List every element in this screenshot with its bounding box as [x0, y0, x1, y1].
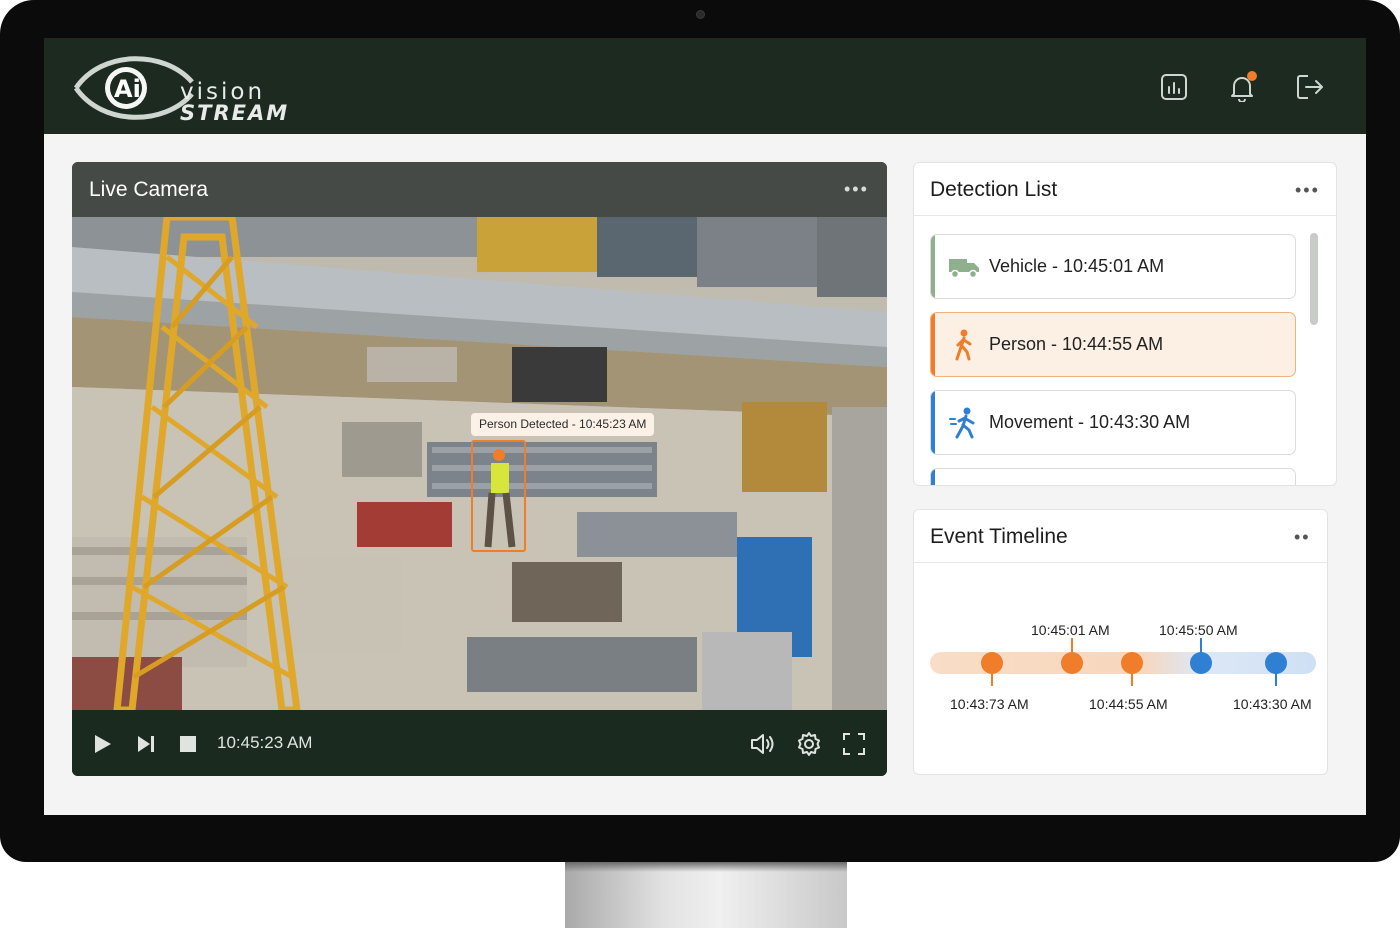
camera-title-bar: Live Camera ••• [72, 162, 887, 217]
stop-icon[interactable] [173, 729, 203, 759]
playback-time: 10:45:23 AM [217, 733, 313, 752]
detection-item-accent [931, 235, 935, 298]
detection-item-accent [931, 313, 935, 376]
detection-item-partial[interactable] [930, 468, 1296, 485]
camera-feed[interactable]: Person Detected - 10:45:23 AM [72, 217, 887, 710]
notification-dot [1247, 71, 1257, 81]
settings-gear-icon[interactable] [794, 729, 824, 759]
detection-list-header: Detection List ••• [914, 163, 1336, 216]
logo-text-stream: STREAM [180, 101, 290, 125]
timeline-label-bottom: 10:43:73 AM [950, 696, 1029, 712]
monitor-stand-shadow [565, 862, 847, 872]
player-controls: 10:45:23 AM [72, 710, 887, 776]
detection-item-label: Vehicle - 10:45:01 AM [989, 256, 1165, 276]
person-running-icon [947, 406, 981, 440]
timeline-event-marker [1061, 652, 1083, 674]
play-icon[interactable] [87, 729, 117, 759]
volume-icon[interactable] [748, 729, 778, 759]
bar-chart-icon[interactable] [1157, 70, 1191, 104]
person-walking-icon [947, 328, 981, 362]
svg-text:Ai: Ai [114, 75, 141, 103]
logout-icon[interactable] [1293, 70, 1327, 104]
camera-menu-button[interactable]: ••• [844, 180, 869, 198]
detection-item-label: Person - 10:44:55 AM [989, 334, 1164, 354]
truck-icon [947, 250, 981, 284]
detection-item-accent [931, 469, 935, 485]
bell-icon[interactable] [1225, 70, 1259, 104]
fullscreen-icon[interactable] [839, 729, 869, 759]
timeline-label-top: 10:45:50 AM [1159, 622, 1238, 638]
camera-title: Live Camera [89, 178, 209, 201]
app-header: Ai vision STREAM [44, 38, 1366, 134]
live-camera-card: Live Camera ••• Person Detected - 10:45:… [72, 162, 887, 776]
timeline-event-marker [1121, 652, 1143, 674]
timeline-event-marker [1190, 652, 1212, 674]
event-timeline-title: Event Timeline [930, 525, 1068, 548]
timeline-label-bottom: 10:43:30 AM [1233, 696, 1312, 712]
detection-list-scrollbar[interactable] [1310, 233, 1318, 325]
detection-item-vehicle[interactable]: Vehicle - 10:45:01 AM [930, 234, 1296, 299]
vision-stream-logo[interactable]: Ai vision STREAM [72, 52, 287, 125]
timeline-event-marker [1265, 652, 1287, 674]
detection-item-movement[interactable]: Movement - 10:43:30 AM [930, 390, 1296, 455]
detection-item-accent [931, 391, 935, 454]
event-timeline-menu-button[interactable]: •• [1294, 528, 1311, 546]
person-detection-box[interactable] [471, 440, 526, 552]
detection-item-person[interactable]: Person - 10:44:55 AM [930, 312, 1296, 377]
timeline-label-bottom: 10:44:55 AM [1089, 696, 1168, 712]
app-screen: Ai vision STREAM Live Camera ••• Person … [44, 38, 1366, 815]
webcam-dot [696, 10, 705, 19]
detection-list-panel: Detection List ••• Vehicle - 10:45:01 AM… [913, 162, 1337, 486]
event-timeline-header: Event Timeline •• [914, 510, 1327, 563]
detection-list-title: Detection List [930, 178, 1058, 201]
timeline-track [930, 638, 1316, 686]
timeline-label-top: 10:45:01 AM [1031, 622, 1110, 638]
skip-next-icon[interactable] [131, 729, 161, 759]
detection-list-menu-button[interactable]: ••• [1295, 181, 1320, 199]
detection-item-label: Movement - 10:43:30 AM [989, 412, 1191, 432]
person-detection-label: Person Detected - 10:45:23 AM [471, 413, 655, 436]
timeline-event-marker [981, 652, 1003, 674]
event-timeline-panel: Event Timeline •• 10:45:01 AM 10:45:50 A… [913, 509, 1328, 775]
